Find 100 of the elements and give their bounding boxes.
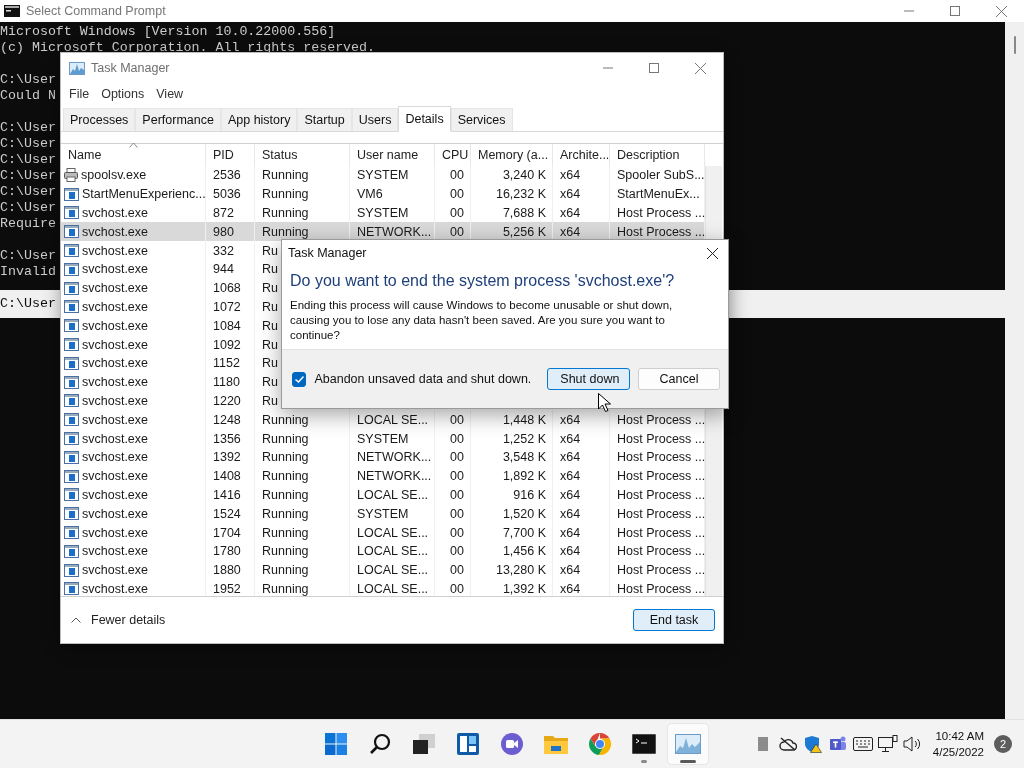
table-cell: Running bbox=[255, 410, 350, 430]
table-cell: 1072 bbox=[206, 297, 255, 317]
taskbar-app[interactable] bbox=[668, 724, 708, 765]
table-cell: NETWORK... bbox=[350, 466, 435, 486]
process-row[interactable]: spoolsv.exe 2536 Running SYSTEM 00 3,240 K x64 Spooler SubS... bbox=[61, 166, 705, 185]
table-cell: LOCAL SE... bbox=[350, 541, 435, 561]
terminal-icon bbox=[632, 734, 656, 755]
process-row[interactable]: svchost.exe 1356 Running SYSTEM 00 1,252 K x64 Host Process ... bbox=[61, 429, 705, 448]
window-icon bbox=[64, 563, 79, 577]
process-name: StartMenuExperienc... bbox=[82, 187, 206, 202]
console-line: C:\User bbox=[0, 120, 56, 136]
window-icon bbox=[64, 469, 79, 483]
menu-item[interactable]: Options bbox=[95, 87, 151, 101]
table-cell: 1952 bbox=[206, 579, 255, 596]
column-header[interactable]: PID bbox=[206, 144, 255, 166]
checkbox[interactable] bbox=[292, 371, 307, 387]
table-cell: LOCAL SE... bbox=[350, 560, 435, 580]
sort-caret-icon bbox=[129, 142, 138, 148]
console-line: C:\User bbox=[0, 296, 56, 312]
shield-warning-icon bbox=[803, 735, 822, 754]
tab[interactable]: Processes bbox=[63, 108, 136, 131]
table-cell: 1,892 K bbox=[471, 466, 553, 486]
console-line: Microsoft Windows [Version 10.0.22000.556] bbox=[0, 24, 336, 40]
process-row[interactable]: svchost.exe 1248 Running LOCAL SE... 00 1,448 K x64 Host Process ... bbox=[61, 410, 705, 430]
table-cell: LOCAL SE... bbox=[350, 485, 435, 505]
table-cell: 1356 bbox=[206, 429, 255, 448]
tab[interactable]: Performance bbox=[135, 108, 221, 131]
process-row[interactable]: svchost.exe 1524 Running SYSTEM 00 1,520 K x64 Host Process ... bbox=[61, 504, 705, 524]
speaker-icon bbox=[902, 736, 923, 753]
scrollbar[interactable] bbox=[1005, 22, 1024, 720]
menu-item[interactable]: View bbox=[150, 87, 190, 101]
process-name: svchost.exe bbox=[82, 581, 148, 596]
end-task-button[interactable]: End task bbox=[633, 609, 715, 631]
tab[interactable]: Startup bbox=[297, 108, 352, 131]
table-cell: 1152 bbox=[206, 353, 255, 373]
table-cell: LOCAL SE... bbox=[350, 579, 435, 596]
tab[interactable]: Users bbox=[351, 108, 399, 131]
table-cell: x64 bbox=[553, 579, 610, 596]
clock-date[interactable]: 4/25/2022 bbox=[932, 744, 984, 761]
column-header[interactable]: Description bbox=[610, 144, 705, 166]
dialog-button[interactable]: Shut down bbox=[547, 368, 630, 390]
table-cell: 16,232 K bbox=[471, 184, 553, 204]
window-title: Task Manager bbox=[91, 61, 170, 75]
process-name: svchost.exe bbox=[82, 224, 148, 239]
column-header[interactable]: User name bbox=[350, 144, 435, 166]
table-cell: 00 bbox=[435, 579, 471, 596]
printer-icon bbox=[64, 168, 78, 183]
process-row[interactable]: StartMenuExperienc... 5036 Running VM6 00 16,232 K x64 StartMenuEx... bbox=[61, 184, 705, 204]
table-cell: LOCAL SE... bbox=[350, 523, 435, 542]
keyboard-icon bbox=[852, 737, 873, 752]
window-icon bbox=[64, 281, 79, 295]
browser-icon bbox=[588, 732, 612, 757]
process-row[interactable]: svchost.exe 1392 Running NETWORK... 00 3,548 K x64 Host Process ... bbox=[61, 447, 705, 467]
process-name: svchost.exe bbox=[82, 431, 148, 446]
console-line: C:\User bbox=[0, 152, 56, 168]
table-cell: 944 bbox=[206, 260, 255, 279]
menu-item[interactable]: File bbox=[63, 87, 96, 101]
table-cell: SYSTEM bbox=[350, 429, 435, 448]
process-row[interactable]: svchost.exe 1704 Running LOCAL SE... 00 7,700 K x64 Host Process ... bbox=[61, 523, 705, 542]
process-row[interactable]: svchost.exe 1952 Running LOCAL SE... 00 1,392 K x64 Host Process ... bbox=[61, 579, 705, 596]
video-chat-icon bbox=[500, 732, 524, 757]
process-row[interactable]: svchost.exe 1416 Running LOCAL SE... 00 916 K x64 Host Process ... bbox=[61, 485, 705, 505]
column-header[interactable]: Status bbox=[255, 144, 350, 166]
window-icon bbox=[64, 450, 79, 464]
column-header[interactable]: CPU bbox=[435, 144, 471, 166]
table-cell: 1,520 K bbox=[471, 504, 553, 524]
window-icon bbox=[64, 394, 79, 408]
column-header[interactable]: Memory (a... bbox=[471, 144, 553, 166]
table-cell: SYSTEM bbox=[350, 504, 435, 524]
process-row[interactable]: svchost.exe 1408 Running NETWORK... 00 1,892 K x64 Host Process ... bbox=[61, 466, 705, 486]
column-header[interactable]: Archite... bbox=[553, 144, 610, 166]
window-icon bbox=[64, 488, 79, 502]
clock-time[interactable]: 10:42 AM bbox=[935, 728, 984, 745]
window-icon bbox=[64, 244, 79, 258]
table-cell: SYSTEM bbox=[350, 166, 435, 185]
process-row[interactable]: svchost.exe 1780 Running LOCAL SE... 00 1,456 K x64 Host Process ... bbox=[61, 541, 705, 561]
console-icon bbox=[4, 5, 20, 17]
process-name: svchost.exe bbox=[82, 206, 148, 220]
process-row[interactable]: svchost.exe 980 Running NETWORK... 00 5,256 K x64 Host Process ... bbox=[61, 222, 705, 242]
table-cell: 00 bbox=[435, 166, 471, 185]
process-name: svchost.exe bbox=[82, 506, 148, 521]
process-name: svchost.exe bbox=[82, 412, 148, 427]
process-name: svchost.exe bbox=[82, 487, 148, 502]
fewer-details-toggle[interactable]: Fewer details bbox=[71, 613, 166, 627]
process-name: svchost.exe bbox=[82, 318, 148, 333]
table-cell: x64 bbox=[553, 485, 610, 505]
table-cell: 3,548 K bbox=[471, 447, 553, 467]
table-cell: 00 bbox=[435, 504, 471, 524]
table-cell: x64 bbox=[553, 466, 610, 486]
tab[interactable]: Details bbox=[398, 106, 451, 132]
column-header[interactable]: Name bbox=[61, 144, 206, 166]
table-cell: 1092 bbox=[206, 335, 255, 354]
process-row[interactable]: svchost.exe 1880 Running LOCAL SE... 00 13,280 K x64 Host Process ... bbox=[61, 560, 705, 580]
tab[interactable]: App history bbox=[220, 108, 298, 131]
dialog-button[interactable]: Cancel bbox=[638, 368, 720, 390]
tab[interactable]: Services bbox=[450, 108, 513, 131]
task-view-icon bbox=[413, 734, 435, 755]
close-icon bbox=[995, 5, 1007, 17]
table-cell: 00 bbox=[435, 541, 471, 561]
notification-badge[interactable]: 2 bbox=[994, 735, 1012, 754]
